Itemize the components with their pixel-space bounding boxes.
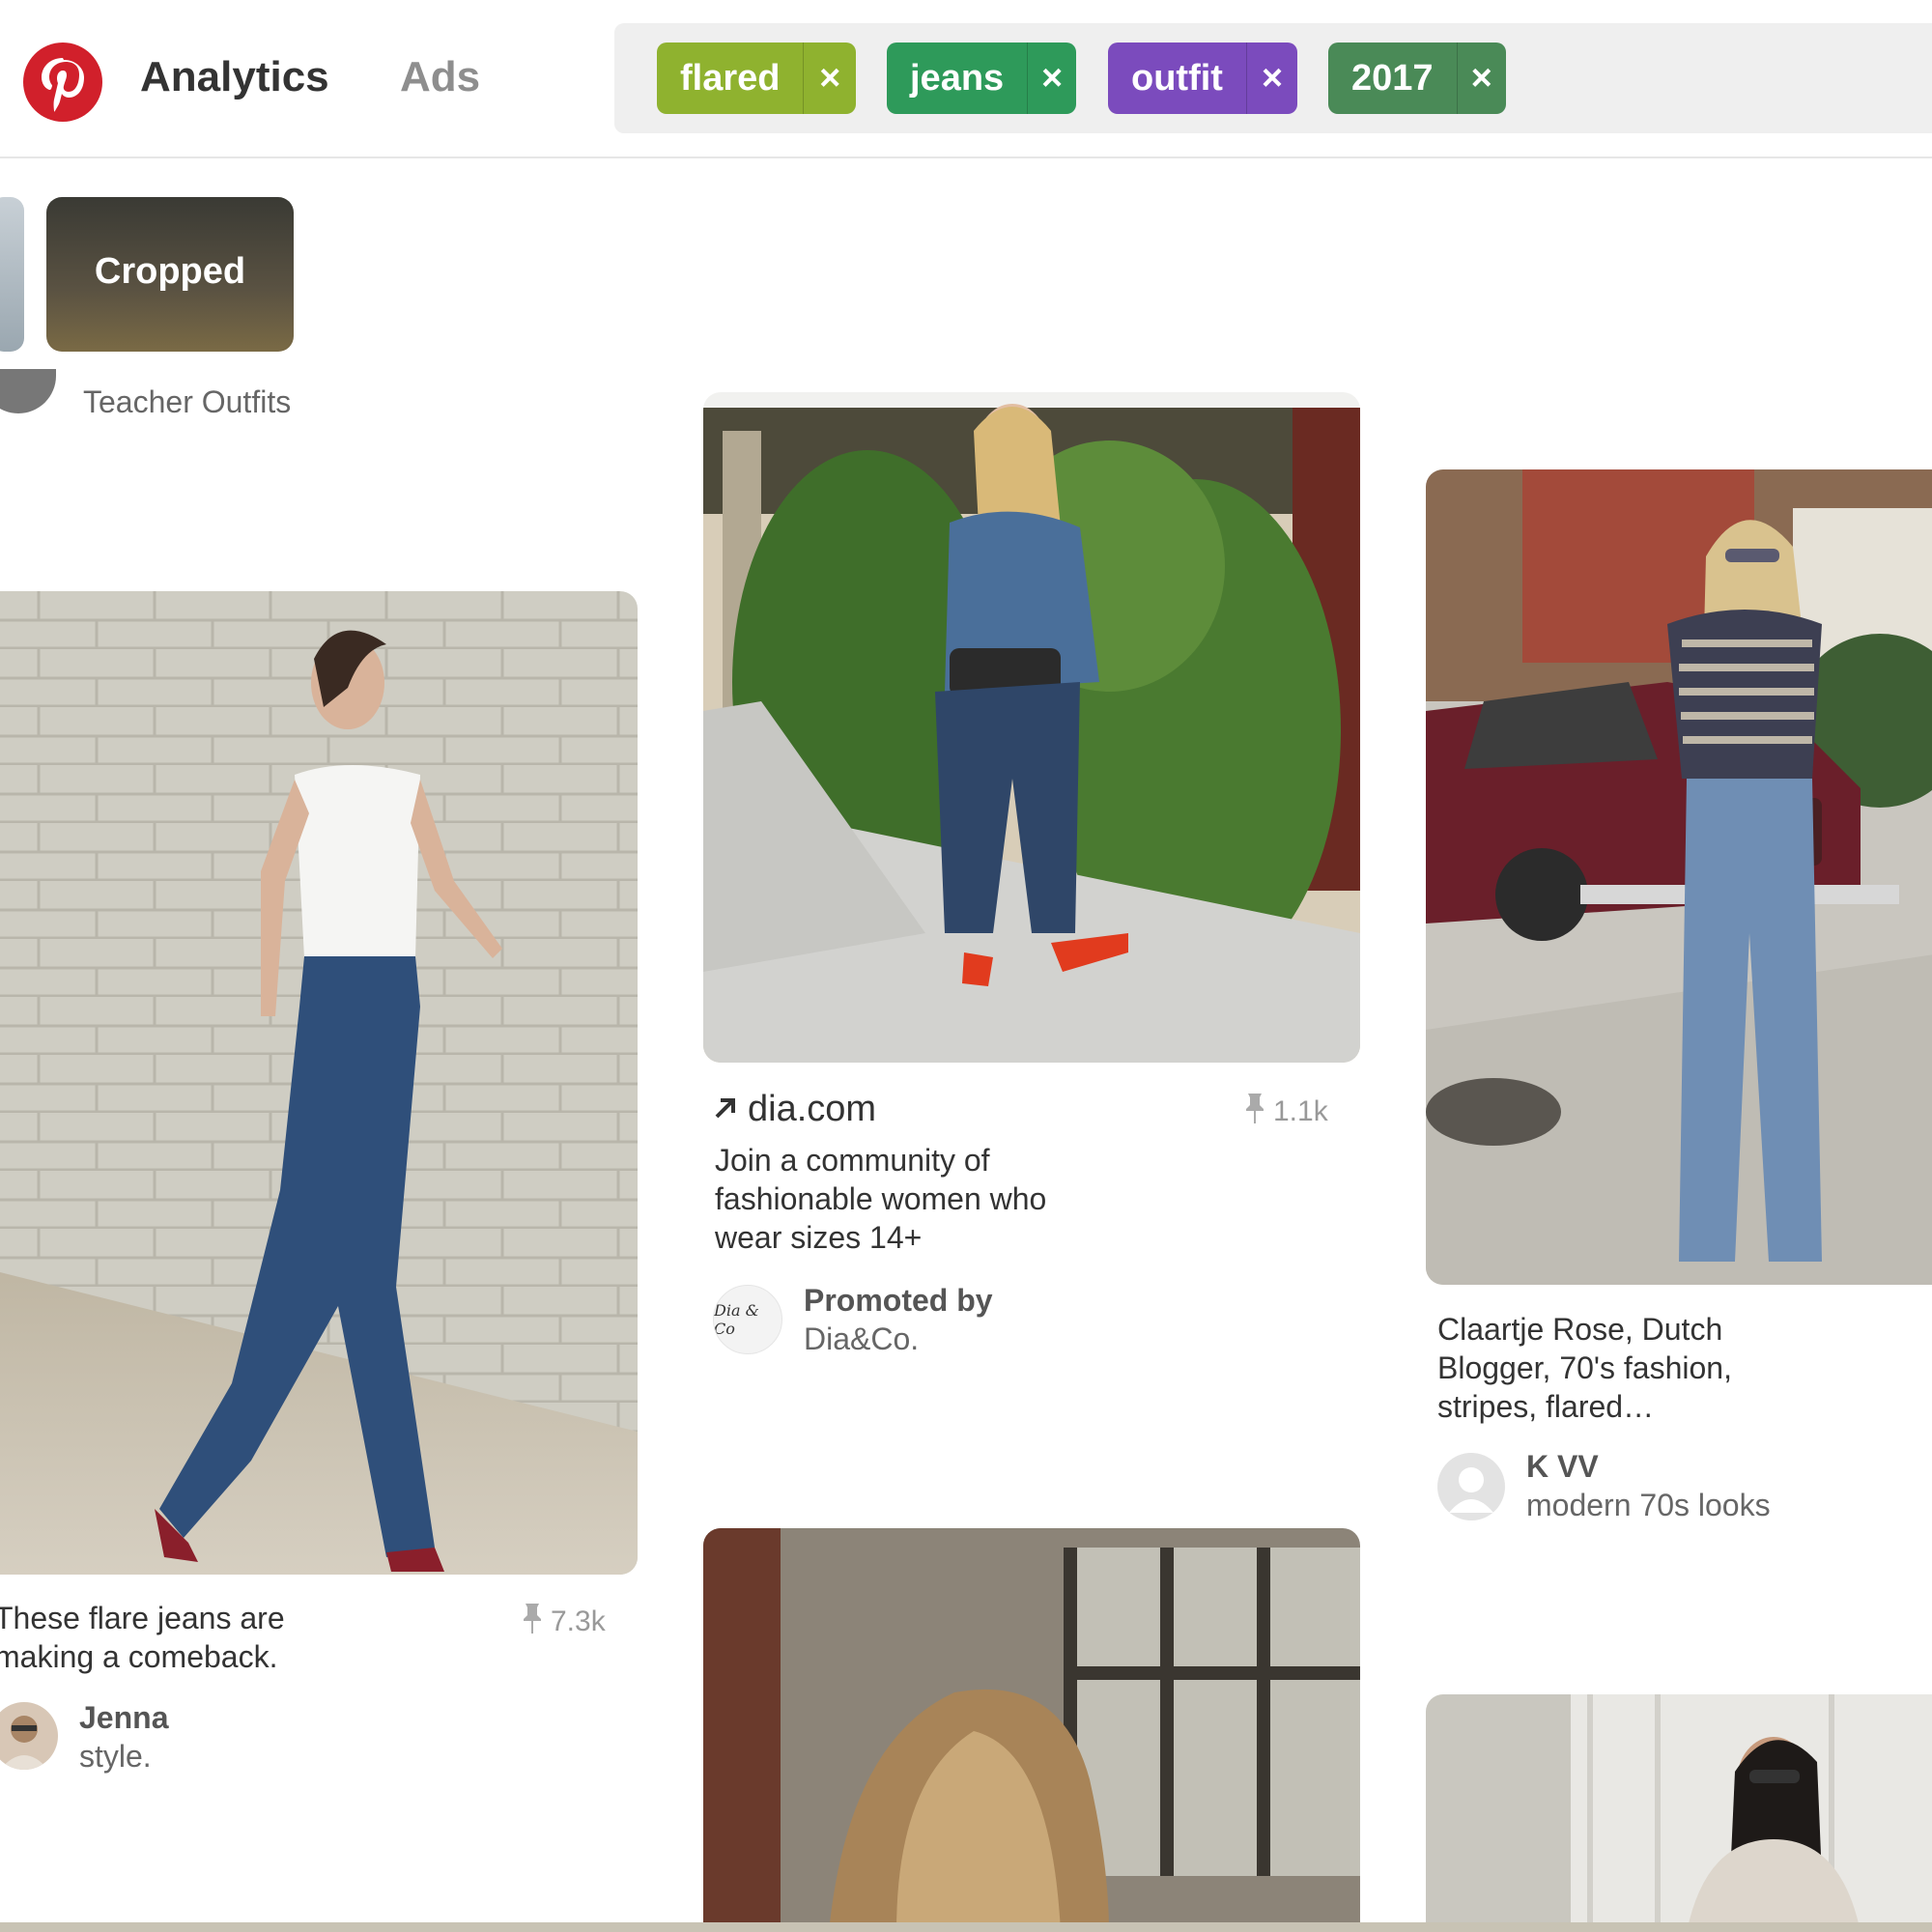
guide-pill-cropped[interactable]: Cropped bbox=[46, 197, 294, 352]
ads-nav-link[interactable]: Ads bbox=[400, 53, 480, 101]
advertiser-logo[interactable]: Dia & Co bbox=[713, 1285, 782, 1354]
chip-remove-icon[interactable]: × bbox=[803, 43, 856, 114]
pinner-name[interactable]: K VV bbox=[1526, 1447, 1599, 1486]
user-avatar-jenna[interactable] bbox=[0, 1702, 58, 1770]
chip-label: jeans bbox=[910, 57, 1005, 99]
board-name[interactable]: style. bbox=[79, 1737, 152, 1776]
advertiser-logo-text: Dia & Co bbox=[714, 1301, 759, 1338]
pinner-name[interactable]: Jenna bbox=[79, 1698, 168, 1737]
guide-label: Cropped bbox=[94, 251, 246, 292]
pin-description-line[interactable]: fashionable women who bbox=[715, 1179, 1046, 1218]
chip-label: outfit bbox=[1131, 57, 1223, 99]
chip-label: flared bbox=[680, 57, 781, 99]
pin-image-flare-jeans[interactable] bbox=[0, 591, 638, 1575]
pin-image-dia-co[interactable] bbox=[703, 392, 1360, 1063]
pin-image-sequin-top[interactable] bbox=[1426, 1694, 1932, 1932]
pin-description-line[interactable]: wear sizes 14+ bbox=[715, 1218, 922, 1257]
save-count-value: 1.1k bbox=[1273, 1095, 1328, 1127]
save-count-value: 7.3k bbox=[551, 1605, 606, 1637]
pin-save-count: 7.3k bbox=[522, 1602, 606, 1642]
promoted-label: Promoted by bbox=[804, 1283, 993, 1318]
pin-source-link[interactable]: dia.com bbox=[713, 1090, 876, 1128]
chip-remove-icon[interactable]: × bbox=[1245, 43, 1297, 114]
top-navigation-bar: Analytics Ads flared × jeans × outfit × … bbox=[0, 0, 1932, 158]
search-chip-flared[interactable]: flared × bbox=[657, 43, 856, 114]
guide-pill-previous[interactable] bbox=[0, 197, 24, 352]
chip-remove-icon[interactable]: × bbox=[1027, 43, 1076, 114]
pin-description-line[interactable]: Claartje Rose, Dutch bbox=[1437, 1310, 1722, 1349]
pin-image-claartje-rose[interactable] bbox=[1426, 469, 1932, 1285]
chip-label: 2017 bbox=[1351, 57, 1434, 99]
board-name[interactable]: modern 70s looks bbox=[1526, 1486, 1771, 1524]
advertiser-name[interactable]: Dia&Co. bbox=[804, 1320, 919, 1358]
pushpin-icon bbox=[1244, 1092, 1265, 1132]
pin-save-count: 1.1k bbox=[1244, 1092, 1328, 1132]
pushpin-icon bbox=[522, 1602, 543, 1642]
pin-description-line[interactable]: Blogger, 70's fashion, bbox=[1437, 1349, 1732, 1387]
pin-description-line[interactable]: making a comeback. bbox=[0, 1637, 277, 1676]
pin-domain: dia.com bbox=[748, 1089, 877, 1129]
previous-pin-avatar[interactable] bbox=[0, 369, 56, 413]
window-bottom-edge bbox=[0, 1922, 1932, 1932]
search-chip-2017[interactable]: 2017 × bbox=[1328, 43, 1506, 114]
chip-remove-icon[interactable]: × bbox=[1456, 43, 1506, 114]
analytics-nav-link[interactable]: Analytics bbox=[140, 53, 329, 101]
search-chip-outfit[interactable]: outfit × bbox=[1108, 43, 1297, 114]
pin-description-line[interactable]: stripes, flared… bbox=[1437, 1387, 1654, 1426]
search-chip-jeans[interactable]: jeans × bbox=[887, 43, 1076, 114]
pin-image-wavy-hair[interactable] bbox=[703, 1528, 1360, 1932]
pin-description-line[interactable]: These flare jeans are bbox=[0, 1599, 285, 1637]
pinterest-logo-icon[interactable] bbox=[23, 43, 102, 122]
external-link-arrow-icon bbox=[713, 1090, 738, 1128]
pin-description-line[interactable]: Join a community of bbox=[715, 1141, 990, 1179]
default-user-avatar-icon[interactable] bbox=[1437, 1453, 1505, 1520]
previous-pin-board[interactable]: Teacher Outfits bbox=[83, 383, 291, 421]
